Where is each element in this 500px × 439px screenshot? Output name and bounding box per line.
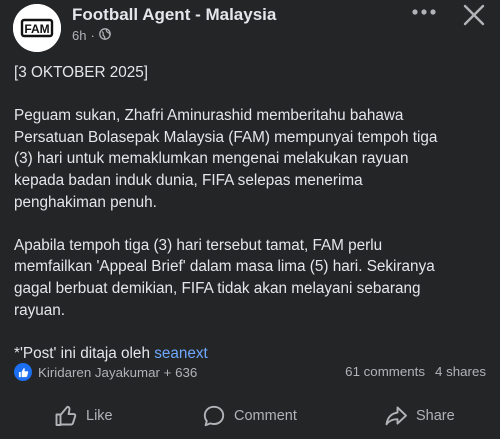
share-arrow-icon: [385, 406, 407, 426]
fam-logo: FAM: [13, 4, 61, 52]
post-time[interactable]: 6h: [72, 28, 86, 43]
close-icon: [463, 4, 485, 26]
post-meta: 6h ·: [72, 28, 111, 43]
like-label: Like: [86, 408, 113, 424]
post-stats: 61 comments 4 shares: [345, 364, 486, 379]
sponsor-link[interactable]: seanext: [154, 345, 208, 362]
share-button[interactable]: Share: [384, 398, 455, 434]
reactions-summary[interactable]: Kiridaren Jayakumar + 636: [14, 363, 197, 381]
globe-icon[interactable]: [98, 28, 111, 43]
thumbs-up-icon: [14, 363, 32, 381]
more-options-button[interactable]: [404, 0, 444, 24]
action-bar: Like Comment Share: [0, 398, 500, 434]
svg-text:FAM: FAM: [24, 22, 49, 36]
page-avatar[interactable]: FAM: [13, 4, 61, 52]
page-name[interactable]: Football Agent - Malaysia: [72, 5, 276, 25]
post-body: [3 OKTOBER 2025] Peguam sukan, Zhafri Am…: [14, 62, 488, 386]
share-label: Share: [416, 408, 455, 424]
meta-separator: ·: [90, 28, 95, 43]
shares-count[interactable]: 4 shares: [435, 364, 486, 379]
comment-label: Comment: [234, 408, 297, 424]
like-outline-icon: [55, 405, 77, 426]
post-paragraph-2: Apabila tempoh tiga (3) hari tersebut ta…: [14, 236, 435, 319]
sponsor-prefix: *'Post' ini ditaja oleh: [14, 344, 155, 362]
comments-count[interactable]: 61 comments: [345, 364, 425, 379]
post-paragraph-1: Peguam sukan, Zhafri Aminurashid memberi…: [14, 107, 438, 211]
more-horizontal-icon: [412, 9, 436, 15]
reaction-names[interactable]: Kiridaren Jayakumar + 636: [38, 365, 197, 380]
like-button[interactable]: Like: [54, 398, 113, 434]
post-date: [3 OKTOBER 2025]: [14, 64, 149, 81]
comment-button[interactable]: Comment: [202, 398, 297, 434]
sponsor-line: *'Post' ini ditaja oleh seanext: [14, 343, 488, 365]
close-button[interactable]: [458, 0, 490, 30]
post-card: FAM Football Agent - Malaysia 6h · [3 OK…: [0, 0, 500, 439]
comment-bubble-icon: [203, 405, 225, 427]
